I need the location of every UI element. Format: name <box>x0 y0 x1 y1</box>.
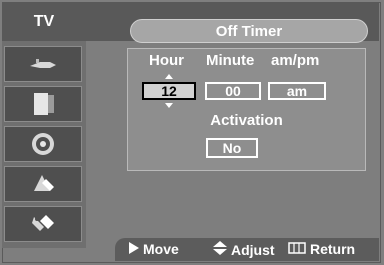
hour-field[interactable]: 12 <box>142 82 196 100</box>
source-label: TV <box>33 12 55 30</box>
hour-up-arrow-icon[interactable] <box>165 74 173 79</box>
move-label: Move <box>143 241 179 257</box>
activation-label: Activation <box>210 112 283 129</box>
ampm-field[interactable]: am <box>268 82 326 100</box>
antenna-plug-icon <box>28 56 58 72</box>
sidebar-item-input[interactable] <box>4 46 82 82</box>
speaker-icon <box>28 129 58 159</box>
return-label: Return <box>310 241 356 257</box>
activation-field[interactable]: No <box>206 138 258 158</box>
up-down-arrow-icon <box>213 241 227 258</box>
hour-down-arrow-icon[interactable] <box>165 103 173 108</box>
return-hint: Return <box>288 241 355 257</box>
settings-wrench-icon <box>28 169 58 199</box>
sidebar-item-picture[interactable] <box>4 86 82 122</box>
hour-label: Hour <box>149 52 184 69</box>
play-arrow-icon <box>129 241 139 257</box>
minute-label: Minute <box>206 52 255 69</box>
adjust-hint: Adjust <box>213 241 275 258</box>
minute-field[interactable]: 00 <box>205 82 261 100</box>
sidebar-item-setup[interactable] <box>4 166 82 202</box>
tv-screen-icon <box>28 89 58 119</box>
menu-title: Off Timer <box>130 19 368 43</box>
sidebar-item-sound[interactable] <box>4 126 82 162</box>
menu-return-icon <box>288 241 306 257</box>
adjust-label: Adjust <box>231 241 275 258</box>
ampm-label: am/pm <box>271 52 320 69</box>
tools-icon <box>28 209 58 239</box>
sidebar-item-tools[interactable] <box>4 206 82 242</box>
move-hint: Move <box>129 241 179 257</box>
